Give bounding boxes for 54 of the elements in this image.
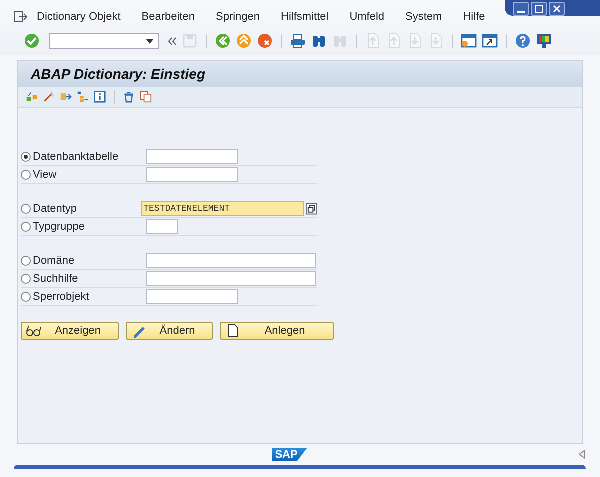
radio-button[interactable]: Suchhilfe (21, 272, 146, 284)
radio-button[interactable]: Domäne (21, 254, 146, 266)
action-button[interactable]: Anzeigen (21, 322, 119, 340)
back-icon[interactable] (215, 33, 231, 49)
input-field[interactable] (146, 253, 316, 268)
menu-item[interactable]: Hilfe (463, 10, 486, 22)
maximize-icon (535, 5, 543, 13)
triangle-icon[interactable] (579, 450, 586, 459)
command-field[interactable] (49, 33, 159, 49)
copy-icon[interactable] (140, 91, 152, 103)
menu-item[interactable]: Springen (216, 10, 260, 22)
objects-icon[interactable] (26, 91, 38, 103)
menu-item[interactable]: Bearbeiten (142, 10, 195, 22)
input-field[interactable]: TESTDATENELEMENT (140, 201, 304, 216)
menu-item[interactable]: Dictionary Objekt (37, 10, 121, 22)
menu-icon[interactable] (14, 10, 28, 22)
caret-icon[interactable] (146, 38, 154, 44)
input-field[interactable] (146, 167, 238, 182)
pencil-icon (131, 324, 147, 338)
close-icon (553, 5, 561, 13)
monitor-icon[interactable] (536, 33, 552, 49)
radio-button[interactable]: Typgruppe (21, 220, 146, 232)
info-icon[interactable] (94, 91, 106, 103)
trash-icon[interactable] (123, 91, 135, 103)
logo: SAP (272, 448, 308, 462)
hierarchy-icon[interactable] (77, 91, 89, 103)
radio-button[interactable]: Datentyp (21, 202, 141, 214)
screen-title: ABAP Dictionary: Einstieg (18, 61, 582, 87)
checkmark-icon[interactable] (24, 33, 40, 49)
window-icon[interactable] (482, 33, 498, 49)
menu-item[interactable]: Umfeld (350, 10, 385, 22)
value-help-icon[interactable] (306, 202, 317, 214)
move-icon[interactable] (60, 91, 72, 103)
menu-item[interactable]: Hilfsmittel (281, 10, 329, 22)
cancel-icon[interactable] (257, 33, 273, 49)
menu-item[interactable]: System (406, 10, 442, 22)
binoculars-icon[interactable] (311, 33, 327, 49)
input-field[interactable] (146, 289, 238, 304)
close-button[interactable] (549, 2, 565, 16)
glasses-icon (26, 324, 42, 338)
radio-button[interactable]: Sperrobjekt (21, 290, 146, 302)
action-button[interactable]: Ändern (126, 322, 213, 340)
wand-icon[interactable] (43, 91, 55, 103)
input-field[interactable] (146, 271, 316, 286)
up-arrows-icon[interactable] (236, 33, 252, 49)
input-field[interactable] (146, 149, 238, 164)
action-button[interactable]: Anlegen (220, 322, 334, 340)
maximize-button[interactable] (531, 2, 547, 16)
help-icon[interactable] (515, 33, 531, 49)
minimize-button[interactable] (513, 2, 529, 16)
radio-button[interactable]: Datenbanktabelle (21, 150, 146, 162)
radio-button[interactable]: View (21, 168, 146, 180)
printer-icon[interactable] (290, 33, 306, 49)
input-field[interactable] (146, 219, 178, 234)
